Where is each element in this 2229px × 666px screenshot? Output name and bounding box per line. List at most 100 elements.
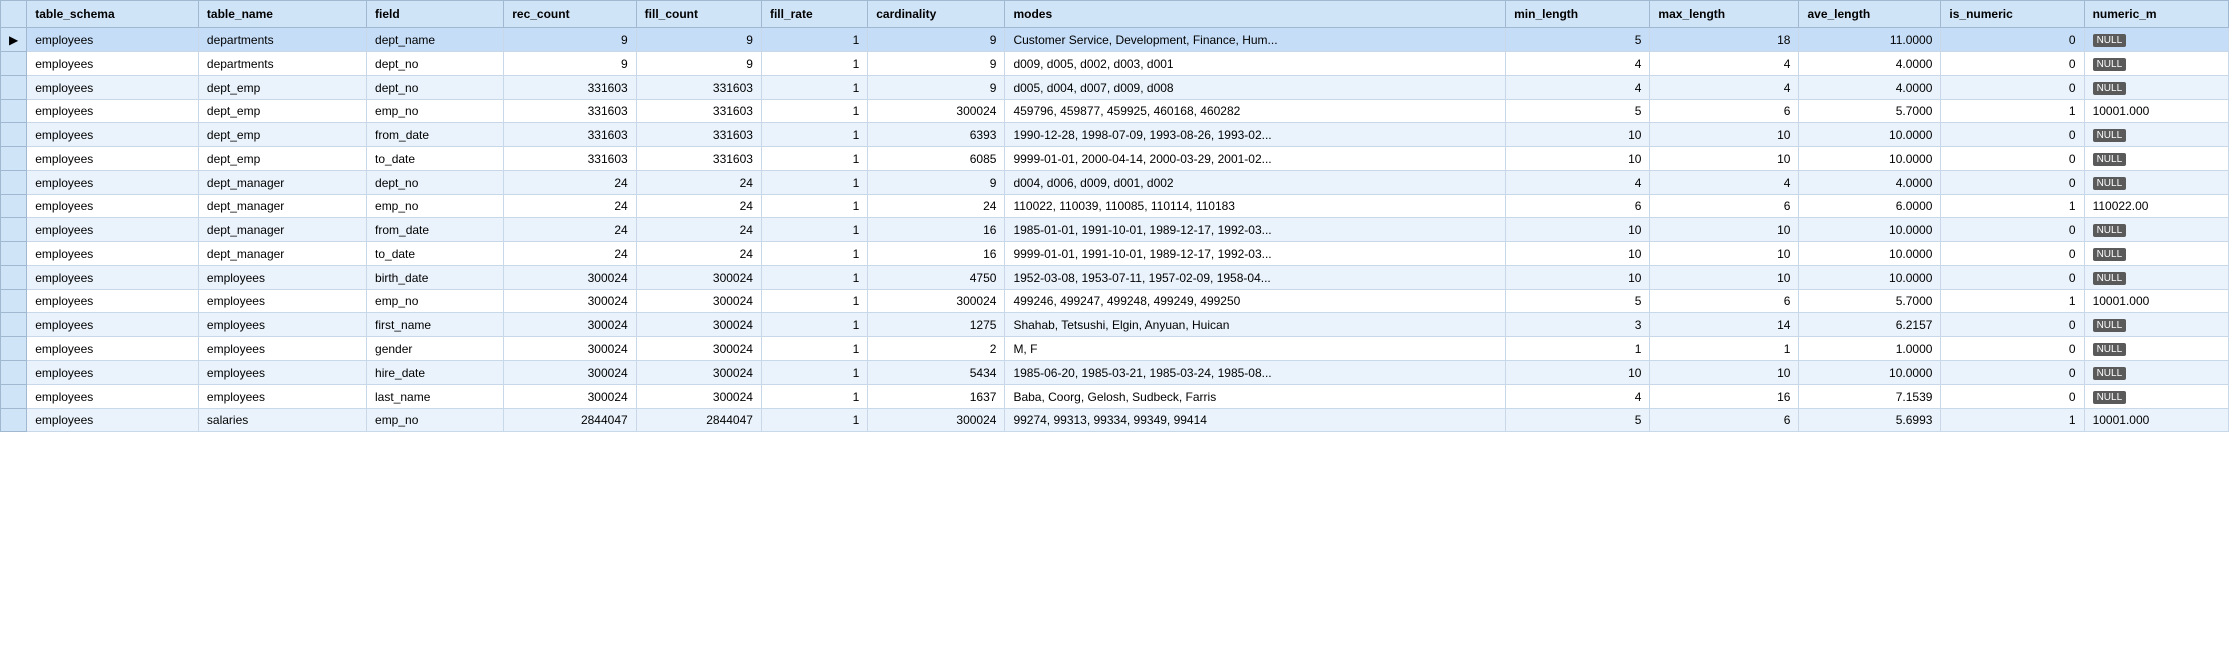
table-row[interactable]: employeesdepartmentsdept_no9919d009, d00… xyxy=(1,52,2229,76)
table-row[interactable]: employeesdept_empdept_no33160333160319d0… xyxy=(1,76,2229,100)
null-badge: NULL xyxy=(2093,153,2127,166)
table-row[interactable]: employeesemployeesfirst_name300024300024… xyxy=(1,313,2229,337)
cell-is-numeric: 0 xyxy=(1941,266,2084,290)
cell-is-numeric: 0 xyxy=(1941,242,2084,266)
cell-cardinality: 24 xyxy=(868,195,1005,218)
cell-modes: d005, d004, d007, d009, d008 xyxy=(1005,76,1506,100)
cell-is-numeric: 1 xyxy=(1941,195,2084,218)
cell-field: dept_no xyxy=(367,76,504,100)
cell-ave-length: 10.0000 xyxy=(1799,123,1941,147)
cell-cardinality: 9 xyxy=(868,28,1005,52)
cell-rec-count: 331603 xyxy=(504,147,636,171)
cell-fill-rate: 1 xyxy=(761,147,867,171)
cell-table-schema: employees xyxy=(27,385,199,409)
cell-table-schema: employees xyxy=(27,28,199,52)
table-row[interactable]: employeesdept_managerto_date24241169999-… xyxy=(1,242,2229,266)
col-table-schema[interactable]: table_schema xyxy=(27,1,199,28)
null-badge: NULL xyxy=(2093,224,2127,237)
cell-ave-length: 4.0000 xyxy=(1799,76,1941,100)
null-badge: NULL xyxy=(2093,177,2127,190)
data-table: table_schema table_name field rec_count … xyxy=(0,0,2229,432)
cell-field: first_name xyxy=(367,313,504,337)
table-row[interactable]: employeesdept_manageremp_no2424124110022… xyxy=(1,195,2229,218)
cell-cardinality: 300024 xyxy=(868,100,1005,123)
cell-min-length: 4 xyxy=(1506,52,1650,76)
table-row[interactable]: employeesemployeesgender30002430002412M,… xyxy=(1,337,2229,361)
col-modes[interactable]: modes xyxy=(1005,1,1506,28)
null-badge: NULL xyxy=(2093,391,2127,404)
row-indicator xyxy=(1,337,27,361)
cell-numeric-m: NULL xyxy=(2084,266,2228,290)
null-badge: NULL xyxy=(2093,34,2127,47)
col-field[interactable]: field xyxy=(367,1,504,28)
cell-max-length: 6 xyxy=(1650,195,1799,218)
cell-table-name: departments xyxy=(198,52,366,76)
cell-rec-count: 300024 xyxy=(504,290,636,313)
cell-min-length: 1 xyxy=(1506,337,1650,361)
table-row[interactable]: employeesdept_empfrom_date33160333160316… xyxy=(1,123,2229,147)
cell-rec-count: 331603 xyxy=(504,76,636,100)
cell-rec-count: 9 xyxy=(504,28,636,52)
cell-rec-count: 331603 xyxy=(504,100,636,123)
col-cardinality[interactable]: cardinality xyxy=(868,1,1005,28)
table-row[interactable]: employeesemployeeshire_date3000243000241… xyxy=(1,361,2229,385)
table-body: ▶employeesdepartmentsdept_name9919Custom… xyxy=(1,28,2229,432)
cell-table-schema: employees xyxy=(27,195,199,218)
cell-ave-length: 10.0000 xyxy=(1799,218,1941,242)
cell-rec-count: 24 xyxy=(504,171,636,195)
cell-ave-length: 7.1539 xyxy=(1799,385,1941,409)
col-max-length[interactable]: max_length xyxy=(1650,1,1799,28)
cell-is-numeric: 0 xyxy=(1941,76,2084,100)
col-fill-rate[interactable]: fill_rate xyxy=(761,1,867,28)
cell-ave-length: 5.7000 xyxy=(1799,100,1941,123)
cell-rec-count: 300024 xyxy=(504,266,636,290)
cell-fill-rate: 1 xyxy=(761,242,867,266)
col-ave-length[interactable]: ave_length xyxy=(1799,1,1941,28)
col-is-numeric[interactable]: is_numeric xyxy=(1941,1,2084,28)
table-row[interactable]: employeesdept_empemp_no33160333160313000… xyxy=(1,100,2229,123)
cell-cardinality: 6085 xyxy=(868,147,1005,171)
table-row[interactable]: employeesemployeesbirth_date300024300024… xyxy=(1,266,2229,290)
cell-table-schema: employees xyxy=(27,337,199,361)
col-table-name[interactable]: table_name xyxy=(198,1,366,28)
cell-max-length: 18 xyxy=(1650,28,1799,52)
null-badge: NULL xyxy=(2093,58,2127,71)
cell-table-schema: employees xyxy=(27,313,199,337)
table-row[interactable]: employeessalariesemp_no28440472844047130… xyxy=(1,409,2229,432)
table-row[interactable]: employeesdept_managerfrom_date2424116198… xyxy=(1,218,2229,242)
table-row[interactable]: employeesdept_managerdept_no242419d004, … xyxy=(1,171,2229,195)
cell-is-numeric: 0 xyxy=(1941,171,2084,195)
cell-rec-count: 24 xyxy=(504,218,636,242)
cell-is-numeric: 0 xyxy=(1941,123,2084,147)
cell-fill-rate: 1 xyxy=(761,123,867,147)
cell-max-length: 4 xyxy=(1650,76,1799,100)
col-numeric-m[interactable]: numeric_m xyxy=(2084,1,2228,28)
cell-modes: Shahab, Tetsushi, Elgin, Anyuan, Huican xyxy=(1005,313,1506,337)
cell-fill-count: 24 xyxy=(636,171,761,195)
cell-ave-length: 11.0000 xyxy=(1799,28,1941,52)
cell-fill-count: 300024 xyxy=(636,313,761,337)
row-indicator xyxy=(1,123,27,147)
cell-field: emp_no xyxy=(367,195,504,218)
cell-fill-count: 331603 xyxy=(636,147,761,171)
cell-fill-rate: 1 xyxy=(761,337,867,361)
row-indicator xyxy=(1,76,27,100)
cell-fill-rate: 1 xyxy=(761,28,867,52)
table-row[interactable]: employeesemployeeslast_name3000243000241… xyxy=(1,385,2229,409)
cell-modes: M, F xyxy=(1005,337,1506,361)
table-row[interactable]: employeesdept_empto_date3316033316031608… xyxy=(1,147,2229,171)
cell-ave-length: 1.0000 xyxy=(1799,337,1941,361)
table-row[interactable]: employeesemployeesemp_no3000243000241300… xyxy=(1,290,2229,313)
col-rec-count[interactable]: rec_count xyxy=(504,1,636,28)
col-min-length[interactable]: min_length xyxy=(1506,1,1650,28)
cell-table-name: dept_manager xyxy=(198,195,366,218)
cell-modes: 9999-01-01, 1991-10-01, 1989-12-17, 1992… xyxy=(1005,242,1506,266)
cell-table-name: employees xyxy=(198,361,366,385)
col-fill-count[interactable]: fill_count xyxy=(636,1,761,28)
cell-numeric-m: NULL xyxy=(2084,76,2228,100)
null-badge: NULL xyxy=(2093,367,2127,380)
cell-fill-count: 2844047 xyxy=(636,409,761,432)
table-row[interactable]: ▶employeesdepartmentsdept_name9919Custom… xyxy=(1,28,2229,52)
cell-table-schema: employees xyxy=(27,409,199,432)
cell-fill-rate: 1 xyxy=(761,195,867,218)
